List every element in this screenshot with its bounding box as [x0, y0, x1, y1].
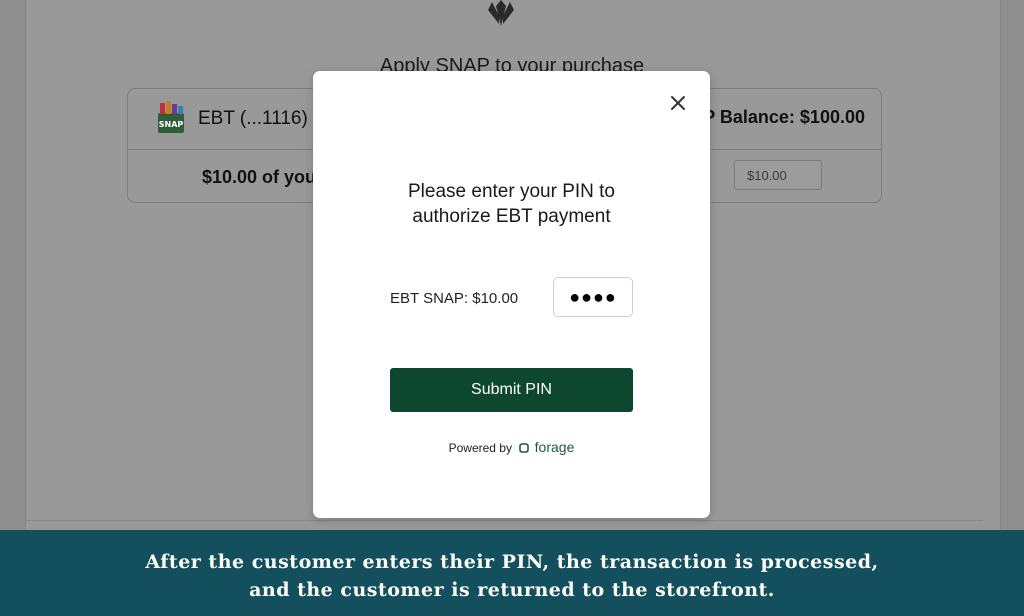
- modal-title-line2: authorize EBT payment: [412, 206, 611, 227]
- forage-logo-icon: [519, 443, 530, 453]
- close-icon[interactable]: [668, 93, 688, 113]
- store-logo-icon: [488, 0, 514, 26]
- forage-brand: forage: [534, 439, 575, 455]
- pin-amount-label: EBT SNAP: $10.00: [390, 290, 519, 307]
- submit-pin-button[interactable]: Submit PIN: [390, 368, 633, 412]
- svg-text:SNAP: SNAP: [159, 120, 184, 129]
- caption-line1: After the customer enters their PIN, the…: [145, 551, 879, 573]
- amount-text: $10.00 of your: [202, 167, 324, 187]
- caption-line2: and the customer is returned to the stor…: [249, 579, 775, 601]
- modal-title: Please enter your PIN to authorize EBT p…: [313, 179, 710, 229]
- pin-modal: Please enter your PIN to authorize EBT p…: [313, 71, 710, 518]
- snap-amount-input[interactable]: $10.00: [734, 160, 822, 190]
- powered-by-label: Powered by: [448, 441, 512, 455]
- powered-by: Powered by forage: [313, 439, 710, 455]
- background-divider: [25, 520, 983, 521]
- caption-banner: After the customer enters their PIN, the…: [0, 530, 1024, 616]
- modal-title-line1: Please enter your PIN to: [408, 181, 615, 202]
- ebt-card-label: EBT (...1116): [198, 108, 308, 129]
- pin-input[interactable]: ●●●●: [553, 277, 633, 317]
- snap-logo-icon: SNAP: [158, 101, 184, 133]
